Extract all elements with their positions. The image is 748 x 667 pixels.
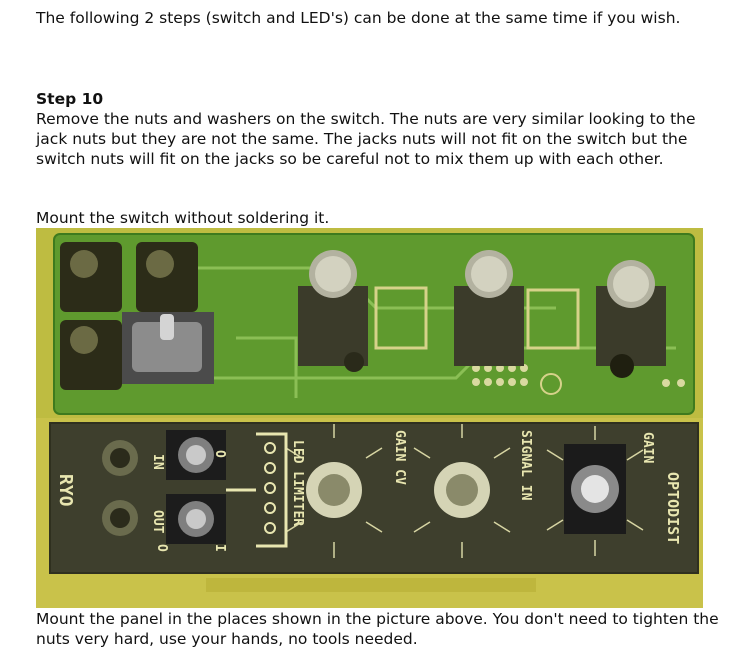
label-logo: RYO <box>55 474 76 507</box>
label-in: IN <box>150 454 165 470</box>
label-optodist: OPTODIST <box>664 472 682 544</box>
assembly-photo: IN OUT LED LIMITER GAIN CV SIGNAL IN GAI… <box>36 228 703 608</box>
label-switch-o: O <box>154 544 169 552</box>
label-led-limiter: LED LIMITER <box>290 440 305 526</box>
label-switch-i: I <box>212 544 227 552</box>
step-body-text: Remove the nuts and washers on the switc… <box>36 110 696 168</box>
mount-panel-caption: Mount the panel in the places shown in t… <box>36 610 719 648</box>
front-panel: IN OUT LED LIMITER GAIN CV SIGNAL IN GAI… <box>49 422 699 574</box>
intro-text: The following 2 steps (switch and LED's)… <box>36 9 681 27</box>
mount-switch-caption: Mount the switch without soldering it. <box>36 209 330 227</box>
label-switch-o2: O <box>212 450 227 458</box>
label-gain-cv: GAIN CV <box>392 430 407 485</box>
pcb-switch <box>122 312 214 384</box>
label-gain: GAIN <box>640 432 655 463</box>
step-heading: Step 10 <box>36 90 104 108</box>
label-out: OUT <box>150 510 165 534</box>
label-signal-in: SIGNAL IN <box>518 430 533 501</box>
